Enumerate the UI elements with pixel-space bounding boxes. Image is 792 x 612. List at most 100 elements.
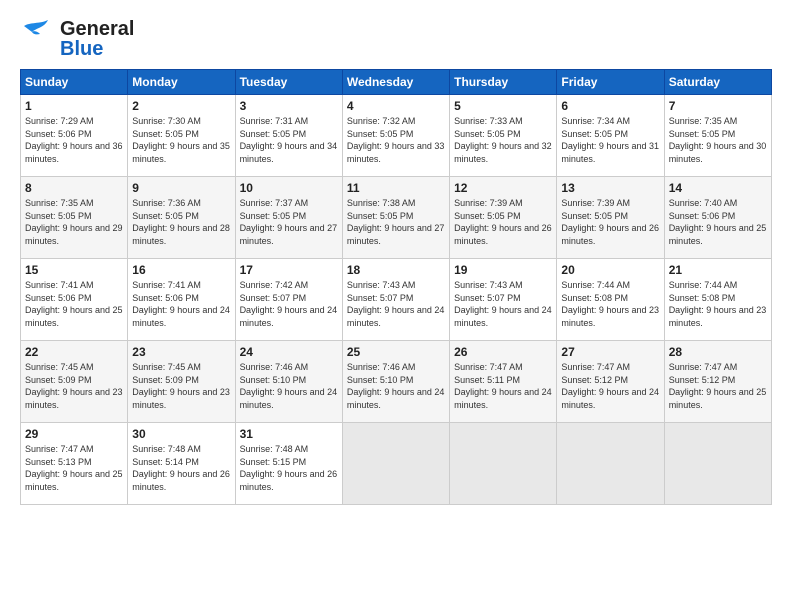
day-info: Sunrise: 7:47 AMSunset: 5:12 PMDaylight:… [561,362,659,410]
calendar-table: SundayMondayTuesdayWednesdayThursdayFrid… [20,69,772,505]
week-row-5: 29 Sunrise: 7:47 AMSunset: 5:13 PMDaylig… [21,423,772,505]
calendar-cell: 7 Sunrise: 7:35 AMSunset: 5:05 PMDayligh… [664,95,771,177]
calendar-cell: 18 Sunrise: 7:43 AMSunset: 5:07 PMDaylig… [342,259,449,341]
day-info: Sunrise: 7:42 AMSunset: 5:07 PMDaylight:… [240,280,338,328]
calendar-cell: 2 Sunrise: 7:30 AMSunset: 5:05 PMDayligh… [128,95,235,177]
day-info: Sunrise: 7:29 AMSunset: 5:06 PMDaylight:… [25,116,123,164]
day-number: 7 [669,99,767,113]
day-number: 14 [669,181,767,195]
logo-icon [20,18,56,59]
day-number: 22 [25,345,123,359]
calendar-cell: 6 Sunrise: 7:34 AMSunset: 5:05 PMDayligh… [557,95,664,177]
day-number: 15 [25,263,123,277]
day-number: 21 [669,263,767,277]
day-number: 1 [25,99,123,113]
day-number: 12 [454,181,552,195]
calendar-cell: 13 Sunrise: 7:39 AMSunset: 5:05 PMDaylig… [557,177,664,259]
calendar-cell: 1 Sunrise: 7:29 AMSunset: 5:06 PMDayligh… [21,95,128,177]
day-info: Sunrise: 7:38 AMSunset: 5:05 PMDaylight:… [347,198,445,246]
weekday-header-row: SundayMondayTuesdayWednesdayThursdayFrid… [21,70,772,95]
day-info: Sunrise: 7:39 AMSunset: 5:05 PMDaylight:… [561,198,659,246]
day-number: 19 [454,263,552,277]
day-info: Sunrise: 7:41 AMSunset: 5:06 PMDaylight:… [132,280,230,328]
day-number: 10 [240,181,338,195]
day-number: 23 [132,345,230,359]
weekday-header-friday: Friday [557,70,664,95]
day-info: Sunrise: 7:43 AMSunset: 5:07 PMDaylight:… [454,280,552,328]
day-number: 11 [347,181,445,195]
calendar-cell: 29 Sunrise: 7:47 AMSunset: 5:13 PMDaylig… [21,423,128,505]
day-number: 20 [561,263,659,277]
day-number: 8 [25,181,123,195]
calendar-cell: 11 Sunrise: 7:38 AMSunset: 5:05 PMDaylig… [342,177,449,259]
day-info: Sunrise: 7:45 AMSunset: 5:09 PMDaylight:… [132,362,230,410]
calendar-cell: 10 Sunrise: 7:37 AMSunset: 5:05 PMDaylig… [235,177,342,259]
weekday-header-wednesday: Wednesday [342,70,449,95]
day-number: 18 [347,263,445,277]
calendar-cell: 24 Sunrise: 7:46 AMSunset: 5:10 PMDaylig… [235,341,342,423]
weekday-header-monday: Monday [128,70,235,95]
calendar-cell: 27 Sunrise: 7:47 AMSunset: 5:12 PMDaylig… [557,341,664,423]
day-number: 16 [132,263,230,277]
weekday-header-sunday: Sunday [21,70,128,95]
day-info: Sunrise: 7:34 AMSunset: 5:05 PMDaylight:… [561,116,659,164]
day-number: 2 [132,99,230,113]
day-info: Sunrise: 7:32 AMSunset: 5:05 PMDaylight:… [347,116,445,164]
header: General Blue [20,18,772,59]
day-info: Sunrise: 7:44 AMSunset: 5:08 PMDaylight:… [669,280,767,328]
calendar-cell [342,423,449,505]
calendar-cell: 16 Sunrise: 7:41 AMSunset: 5:06 PMDaylig… [128,259,235,341]
calendar-cell: 17 Sunrise: 7:42 AMSunset: 5:07 PMDaylig… [235,259,342,341]
day-info: Sunrise: 7:48 AMSunset: 5:15 PMDaylight:… [240,444,338,492]
day-number: 30 [132,427,230,441]
page: General Blue SundayMondayTuesdayWednesda… [0,0,792,612]
day-info: Sunrise: 7:48 AMSunset: 5:14 PMDaylight:… [132,444,230,492]
day-info: Sunrise: 7:47 AMSunset: 5:13 PMDaylight:… [25,444,123,492]
day-info: Sunrise: 7:40 AMSunset: 5:06 PMDaylight:… [669,198,767,246]
calendar-cell [557,423,664,505]
day-info: Sunrise: 7:47 AMSunset: 5:12 PMDaylight:… [669,362,767,410]
weekday-header-saturday: Saturday [664,70,771,95]
day-number: 26 [454,345,552,359]
day-info: Sunrise: 7:39 AMSunset: 5:05 PMDaylight:… [454,198,552,246]
calendar-cell: 25 Sunrise: 7:46 AMSunset: 5:10 PMDaylig… [342,341,449,423]
day-info: Sunrise: 7:36 AMSunset: 5:05 PMDaylight:… [132,198,230,246]
calendar-cell: 4 Sunrise: 7:32 AMSunset: 5:05 PMDayligh… [342,95,449,177]
day-info: Sunrise: 7:45 AMSunset: 5:09 PMDaylight:… [25,362,123,410]
day-info: Sunrise: 7:35 AMSunset: 5:05 PMDaylight:… [669,116,767,164]
day-info: Sunrise: 7:35 AMSunset: 5:05 PMDaylight:… [25,198,123,246]
weekday-header-thursday: Thursday [450,70,557,95]
day-number: 17 [240,263,338,277]
calendar-cell: 15 Sunrise: 7:41 AMSunset: 5:06 PMDaylig… [21,259,128,341]
day-info: Sunrise: 7:46 AMSunset: 5:10 PMDaylight:… [347,362,445,410]
day-info: Sunrise: 7:37 AMSunset: 5:05 PMDaylight:… [240,198,338,246]
logo: General Blue [20,18,134,59]
calendar-cell: 12 Sunrise: 7:39 AMSunset: 5:05 PMDaylig… [450,177,557,259]
weekday-header-tuesday: Tuesday [235,70,342,95]
calendar-cell: 20 Sunrise: 7:44 AMSunset: 5:08 PMDaylig… [557,259,664,341]
day-info: Sunrise: 7:43 AMSunset: 5:07 PMDaylight:… [347,280,445,328]
calendar-cell: 26 Sunrise: 7:47 AMSunset: 5:11 PMDaylig… [450,341,557,423]
calendar-cell: 21 Sunrise: 7:44 AMSunset: 5:08 PMDaylig… [664,259,771,341]
calendar-cell: 30 Sunrise: 7:48 AMSunset: 5:14 PMDaylig… [128,423,235,505]
calendar-cell: 3 Sunrise: 7:31 AMSunset: 5:05 PMDayligh… [235,95,342,177]
week-row-1: 1 Sunrise: 7:29 AMSunset: 5:06 PMDayligh… [21,95,772,177]
calendar-cell: 19 Sunrise: 7:43 AMSunset: 5:07 PMDaylig… [450,259,557,341]
day-info: Sunrise: 7:46 AMSunset: 5:10 PMDaylight:… [240,362,338,410]
day-info: Sunrise: 7:30 AMSunset: 5:05 PMDaylight:… [132,116,230,164]
calendar-cell: 22 Sunrise: 7:45 AMSunset: 5:09 PMDaylig… [21,341,128,423]
day-number: 28 [669,345,767,359]
day-info: Sunrise: 7:47 AMSunset: 5:11 PMDaylight:… [454,362,552,410]
day-info: Sunrise: 7:33 AMSunset: 5:05 PMDaylight:… [454,116,552,164]
day-number: 24 [240,345,338,359]
day-number: 5 [454,99,552,113]
day-number: 3 [240,99,338,113]
week-row-2: 8 Sunrise: 7:35 AMSunset: 5:05 PMDayligh… [21,177,772,259]
day-number: 27 [561,345,659,359]
calendar-cell [450,423,557,505]
logo-text: General Blue [60,19,134,59]
day-number: 13 [561,181,659,195]
calendar-cell: 5 Sunrise: 7:33 AMSunset: 5:05 PMDayligh… [450,95,557,177]
week-row-4: 22 Sunrise: 7:45 AMSunset: 5:09 PMDaylig… [21,341,772,423]
calendar-cell: 31 Sunrise: 7:48 AMSunset: 5:15 PMDaylig… [235,423,342,505]
